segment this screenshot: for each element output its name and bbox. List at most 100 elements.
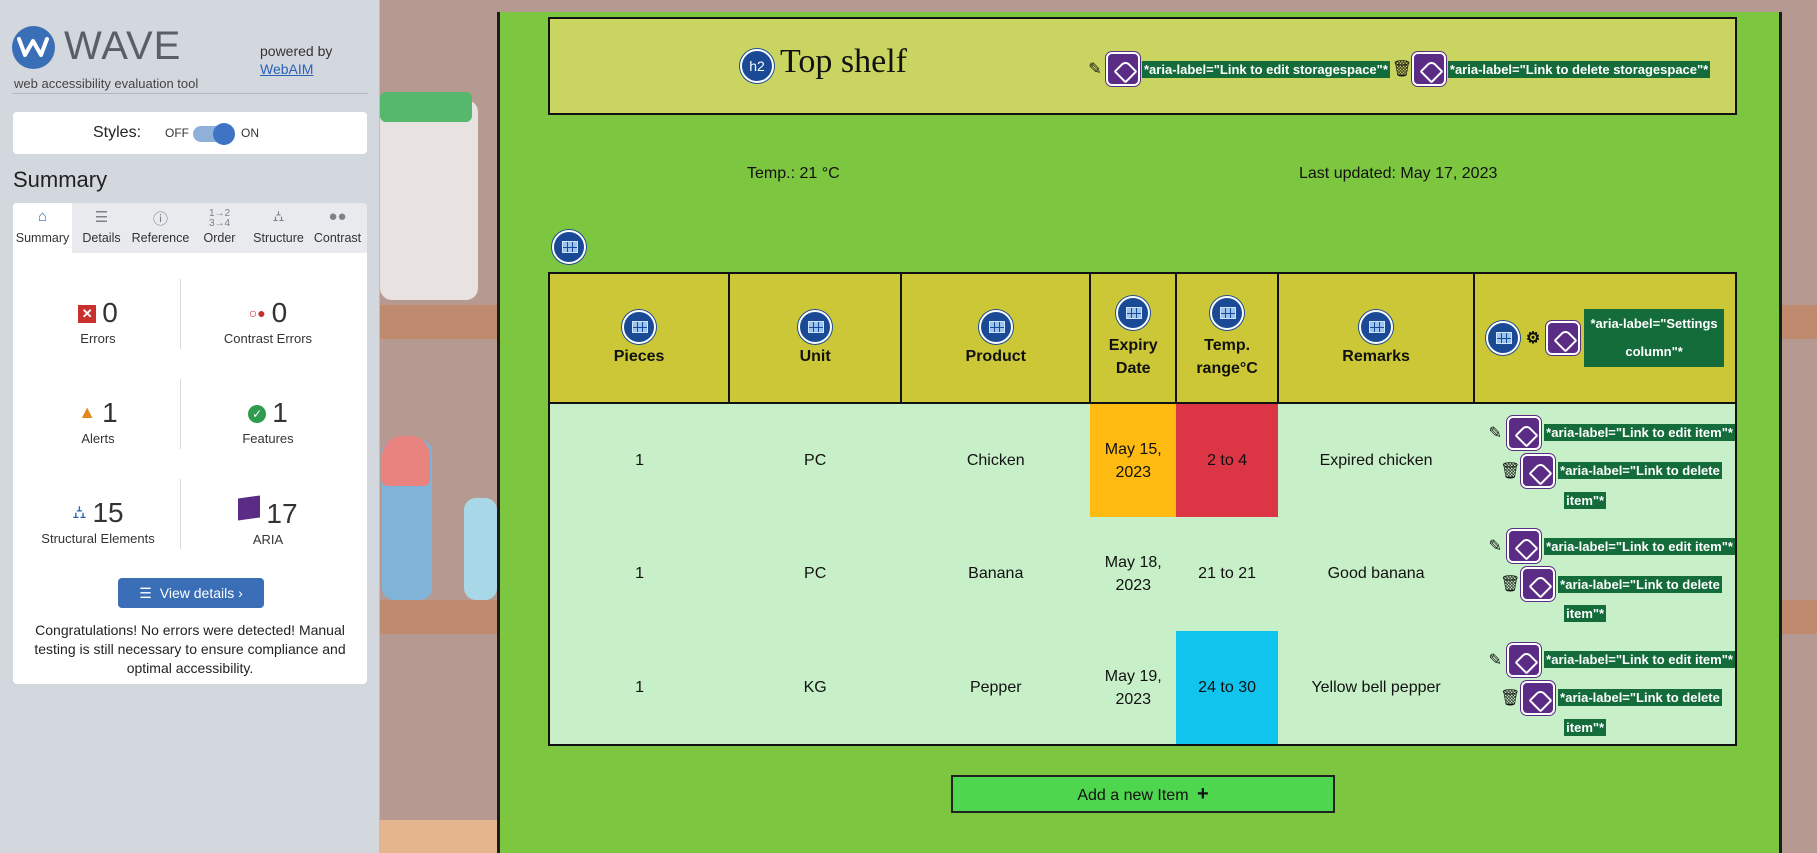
header-remarks[interactable]: Remarks <box>1277 272 1476 404</box>
edit-item-action: ✎ *aria-label="Link to edit item"* <box>1486 529 1735 563</box>
styles-on-label: ON <box>241 126 259 140</box>
stat-contrast-errors[interactable]: ○● 0 Contrast Errors <box>183 297 353 346</box>
styles-switch[interactable] <box>193 123 235 145</box>
stat-aria[interactable]: 17 ARIA <box>183 495 353 547</box>
wave-header: WAVE web accessibility evaluation tool p… <box>12 22 368 94</box>
tab-order[interactable]: 1→2 3→4 Order <box>190 203 249 253</box>
congratulations-message: Congratulations! No errors were detected… <box>34 622 346 676</box>
tab-label: Details <box>82 231 121 245</box>
header-product[interactable]: Product <box>900 272 1092 404</box>
tab-details[interactable]: ☰ Details <box>72 203 131 253</box>
stat-label: Structural Elements <box>41 531 155 546</box>
home-icon: ⌂ <box>37 208 48 225</box>
feature-icon: ✓ <box>248 405 267 423</box>
edit-icon[interactable]: ✎ <box>1086 59 1104 79</box>
gear-icon[interactable]: ⚙ <box>1524 328 1542 348</box>
stat-value: 1 <box>102 397 118 428</box>
webaim-link[interactable]: WebAIM <box>260 60 332 78</box>
cell-unit: PC <box>729 403 902 517</box>
edit-icon[interactable]: ✎ <box>1486 650 1504 670</box>
header-label: Pieces <box>613 348 665 365</box>
aria-label-edit-storagespace: *aria-label="Link to edit storagespace"* <box>1142 60 1390 78</box>
contrast-error-icon: ○● <box>248 305 266 321</box>
styles-off-label: OFF <box>165 126 189 140</box>
aria-tag-icon <box>1521 453 1556 488</box>
tab-contrast[interactable]: ●● Contrast <box>308 203 367 253</box>
info-icon: ⓘ <box>152 211 168 228</box>
stat-features[interactable]: ✓ 1 Features <box>183 397 353 446</box>
wave-sidebar: WAVE web accessibility evaluation tool p… <box>0 0 380 853</box>
cell-pieces: 1 <box>549 403 730 517</box>
list-icon: ☰ <box>139 585 152 601</box>
view-details-button[interactable]: ☰ View details › <box>118 578 264 608</box>
aria-tag-icon <box>1507 415 1542 450</box>
table-header-row: Pieces Unit Product Expiry Date Temp. ra… <box>547 272 1737 404</box>
tab-reference[interactable]: ⓘ Reference <box>131 203 190 253</box>
header-settings[interactable]: ⚙ *aria-label="Settings column"* <box>1473 272 1737 404</box>
table-header-icon <box>1210 296 1245 330</box>
table-row: 1 KG Pepper May 19, 2023 24 to 30 Yellow… <box>549 631 1736 745</box>
delete-item-action: 🗑 *aria-label="Link to delete <box>1486 680 1735 715</box>
wave-tabs: ⌂ Summary ☰ Details ⓘ Reference 1→2 3→4 O… <box>13 203 367 253</box>
heading-h2-icon: h2 <box>740 49 774 83</box>
styles-toggle-box: Styles: OFF ON <box>13 112 367 154</box>
background-shelf <box>1782 305 1817 339</box>
header-pieces[interactable]: Pieces <box>547 272 731 404</box>
cell-temp-range: 24 to 30 <box>1176 631 1279 745</box>
shelf-temperature: Temp.: 21 °C <box>747 165 840 182</box>
cell-expiry: May 15, 2023 <box>1090 403 1177 517</box>
trash-icon[interactable]: 🗑 <box>1500 688 1520 708</box>
trash-icon[interactable]: 🗑 <box>1392 59 1412 79</box>
aria-label-delete-item: *aria-label="Link to delete <box>1558 575 1722 593</box>
add-item-button[interactable]: Add a new Item + <box>951 775 1335 813</box>
cell-actions: ✎ *aria-label="Link to edit item"* 🗑 *ar… <box>1474 631 1736 745</box>
view-details-label: View details › <box>159 585 243 601</box>
aria-label-delete-item: *aria-label="Link to delete <box>1558 462 1722 479</box>
header-temp-range[interactable]: Temp. range°C <box>1175 272 1280 404</box>
powered-by: powered by WebAIM <box>260 42 332 78</box>
aria-tag-icon <box>1521 680 1556 715</box>
table-header-icon <box>798 310 833 344</box>
stat-label: Errors <box>80 331 116 346</box>
aria-tag-icon <box>1411 52 1446 86</box>
aria-label-delete-item-cont: item"* <box>1564 491 1607 509</box>
header-expiry-date[interactable]: Expiry Date <box>1089 272 1178 404</box>
edit-item-action: ✎ *aria-label="Link to edit item"* <box>1486 415 1735 450</box>
tab-structure[interactable]: ⛼ Structure <box>249 203 308 253</box>
alert-icon: ▲ <box>78 402 97 422</box>
stat-errors[interactable]: ✕ 0 Errors <box>13 297 183 346</box>
trash-icon[interactable]: 🗑 <box>1500 574 1520 594</box>
aria-tag-icon <box>1507 529 1542 563</box>
aria-tag-icon <box>1521 567 1556 601</box>
aria-label-delete-item: *aria-label="Link to delete <box>1558 689 1722 706</box>
jar-image <box>464 498 497 600</box>
powered-by-label: powered by <box>260 43 333 59</box>
table-row: 1 PC Chicken May 15, 2023 2 to 4 Expired… <box>549 403 1736 517</box>
jar-image <box>380 100 478 300</box>
edit-icon[interactable]: ✎ <box>1486 423 1504 443</box>
stat-alerts[interactable]: ▲ 1 Alerts <box>13 397 183 446</box>
cell-product: Pepper <box>901 631 1091 745</box>
table-header-icon <box>622 310 657 344</box>
shelf-actions: ✎ *aria-label="Link to edit storagespace… <box>1086 52 1711 86</box>
aria-tag-icon <box>1507 642 1542 677</box>
cell-expiry: May 18, 2023 <box>1090 517 1177 631</box>
edit-icon[interactable]: ✎ <box>1486 536 1504 556</box>
background-shelf <box>380 600 497 634</box>
stat-value: 15 <box>92 497 124 528</box>
tab-label: Structure <box>253 231 304 245</box>
table-header-icon <box>1486 321 1521 355</box>
tab-summary[interactable]: ⌂ Summary <box>13 203 72 253</box>
header-unit[interactable]: Unit <box>728 272 903 404</box>
header-label: Expiry Date <box>1108 337 1158 377</box>
stat-structural[interactable]: ⛼ 15 Structural Elements <box>13 497 183 546</box>
cell-actions: ✎ *aria-label="Link to edit item"* 🗑 *ar… <box>1474 403 1736 517</box>
error-icon: ✕ <box>78 305 97 323</box>
trash-icon[interactable]: 🗑 <box>1500 461 1520 481</box>
wave-logo-icon <box>12 26 55 69</box>
cell-temp-range: 21 to 21 <box>1176 517 1279 631</box>
table-header-icon <box>1359 310 1394 344</box>
items-table: Pieces Unit Product Expiry Date Temp. ra… <box>547 272 1737 746</box>
storage-app: h2 Top shelf ✎ *aria-label="Link to edit… <box>497 12 1782 853</box>
stat-label: ARIA <box>252 532 284 547</box>
